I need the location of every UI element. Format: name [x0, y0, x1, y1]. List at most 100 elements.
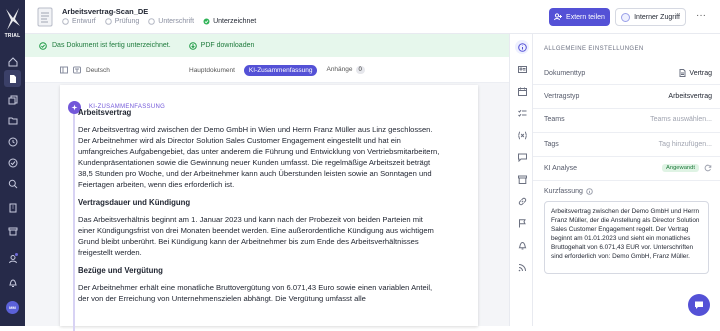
- divider: [533, 108, 720, 109]
- globe-icon: [621, 12, 631, 22]
- user-plus-icon: [554, 13, 563, 21]
- id-card-icon[interactable]: [515, 62, 529, 76]
- bell-icon[interactable]: [4, 274, 21, 291]
- step-label: Entwurf: [72, 18, 96, 25]
- section-heading: Arbeitsvertrag: [78, 108, 132, 117]
- divider: [533, 156, 720, 157]
- tab-anhaenge-label: Anhänge: [326, 66, 353, 73]
- chat-support-button[interactable]: [688, 294, 710, 316]
- kurzfassung-label: Kurzfassung: [544, 188, 593, 195]
- property-value: Arbeitsvertrag: [668, 92, 712, 100]
- flag-icon[interactable]: [515, 216, 529, 230]
- variable-icon[interactable]: [515, 128, 529, 142]
- step-label: Unterzeichnet: [213, 18, 257, 25]
- status-badge: Angewandt: [661, 164, 699, 172]
- info-icon[interactable]: [515, 40, 529, 54]
- details-icon-column: [509, 34, 533, 326]
- property-teams[interactable]: Teams Teams auswählen...: [544, 112, 712, 126]
- section-body: Der Arbeitnehmer erhält eine monatliche …: [78, 283, 433, 303]
- ai-summary-text: Arbeitsvertrag Der Arbeitsvertrag wird z…: [78, 107, 440, 311]
- chat-bubble-icon: [695, 301, 703, 309]
- check-circle-icon[interactable]: [4, 154, 21, 171]
- archive-icon[interactable]: [4, 222, 21, 239]
- share-button-label: Extern teilen: [566, 13, 605, 21]
- kurzfassung-textarea[interactable]: Arbeitsvertrag zwischen der Demo GmbH un…: [544, 201, 709, 274]
- tab-hauptdokument[interactable]: Hauptdokument: [185, 65, 239, 76]
- property-dokumenttyp[interactable]: Dokumenttyp Vertrag: [544, 66, 712, 80]
- clock-icon[interactable]: [4, 133, 21, 150]
- section-heading: Bezüge und Vergütung: [78, 266, 163, 275]
- contract-icon: [679, 69, 686, 77]
- property-key: Teams: [544, 115, 565, 123]
- check-circle-icon: [39, 41, 47, 50]
- avatar[interactable]: MM: [6, 301, 19, 314]
- document-page: KI-ZUSAMMENFASSUNG Arbeitsvertrag Der Ar…: [60, 85, 478, 331]
- share-external-button[interactable]: Extern teilen: [549, 8, 610, 26]
- language-selector[interactable]: Deutsch: [60, 66, 110, 74]
- property-key: Vertragstyp: [544, 92, 580, 100]
- layout-icon: [60, 66, 68, 74]
- property-key: KI Analyse: [544, 164, 578, 172]
- kurzfassung-label-text: Kurzfassung: [544, 188, 583, 195]
- archive-box-icon[interactable]: [515, 172, 529, 186]
- building-icon[interactable]: [4, 199, 21, 216]
- language-label: Deutsch: [86, 66, 110, 74]
- document-title[interactable]: Arbeitsvertrag-Scan_DE: [62, 7, 148, 16]
- search-icon[interactable]: [4, 175, 21, 192]
- pdf-download-link[interactable]: PDF downloaden: [188, 41, 254, 50]
- section-heading: Vertragsdauer und Kündigung: [78, 198, 191, 207]
- chat-icon[interactable]: [515, 150, 529, 164]
- trial-badge: TRIAL: [4, 33, 21, 39]
- document-toolbar: Deutsch Hauptdokument KI-Zusammenfassung…: [25, 57, 509, 83]
- property-key: Tags: [544, 140, 559, 148]
- link-icon[interactable]: [515, 194, 529, 208]
- step-label: Unterschrift: [158, 18, 195, 25]
- success-banner: Das Dokument ist fertig unterzeichnet. P…: [25, 34, 509, 57]
- step-check-icon: [203, 18, 210, 25]
- success-message: Das Dokument ist fertig unterzeichnet.: [52, 42, 171, 49]
- property-value: Angewandt: [661, 164, 712, 172]
- translate-icon: [73, 66, 81, 74]
- properties-panel: ALLGEMEINE EINSTELLUNGEN Dokumenttyp Ver…: [533, 34, 720, 326]
- property-vertragstyp[interactable]: Vertragstyp Arbeitsvertrag: [544, 89, 712, 103]
- property-key: Dokumenttyp: [544, 69, 586, 77]
- document-header: Arbeitsvertrag-Scan_DE Entwurf Prüfung U…: [25, 0, 720, 34]
- document-icon[interactable]: [4, 70, 21, 87]
- calendar-icon[interactable]: [515, 84, 529, 98]
- tags-input[interactable]: Tag hinzufügen...: [659, 141, 712, 148]
- checklist-icon[interactable]: [515, 106, 529, 120]
- rss-icon[interactable]: [515, 260, 529, 274]
- tab-anhaenge[interactable]: Anhänge 0: [322, 64, 368, 76]
- property-value-text: Vertrag: [689, 69, 712, 77]
- notification-dot: [14, 252, 19, 257]
- step-circle-icon: [148, 18, 156, 25]
- divider: [533, 84, 720, 85]
- workflow-steps: Entwurf Prüfung Unterschrift Unterzeichn…: [62, 18, 265, 25]
- property-value: Vertrag: [679, 69, 712, 77]
- more-options-button[interactable]: ···: [692, 8, 710, 26]
- divider: [533, 180, 720, 181]
- document-file-icon: [37, 7, 54, 27]
- property-tags[interactable]: Tags Tag hinzufügen...: [544, 137, 712, 151]
- internal-access-button[interactable]: Interner Zugriff: [615, 8, 686, 26]
- document-area: Deutsch Hauptdokument KI-Zusammenfassung…: [25, 57, 509, 331]
- teams-select[interactable]: Teams auswählen...: [650, 116, 712, 123]
- step-unterschrift: Unterschrift: [148, 18, 194, 25]
- step-pruefung: Prüfung: [104, 18, 140, 25]
- section-body: Das Arbeitsverhältnis beginnt am 1. Janu…: [78, 215, 434, 257]
- step-label: Prüfung: [114, 18, 140, 25]
- attachments-count-badge: 0: [355, 66, 365, 74]
- folder-icon[interactable]: [4, 112, 21, 129]
- step-circle-icon: [62, 18, 69, 25]
- download-icon: [188, 41, 197, 50]
- section-title: ALLGEMEINE EINSTELLUNGEN: [544, 46, 644, 52]
- tab-ki-zusammenfassung[interactable]: KI-Zusammenfassung: [243, 64, 318, 76]
- info-icon: [586, 188, 593, 195]
- property-ki-analyse[interactable]: KI Analyse Angewandt: [544, 161, 712, 175]
- refresh-icon[interactable]: [704, 164, 712, 172]
- home-icon[interactable]: [4, 53, 21, 70]
- bell-icon[interactable]: [515, 238, 529, 252]
- documents-icon[interactable]: [4, 91, 21, 108]
- left-nav-rail: TRIAL MM: [0, 0, 25, 326]
- divider: [533, 132, 720, 133]
